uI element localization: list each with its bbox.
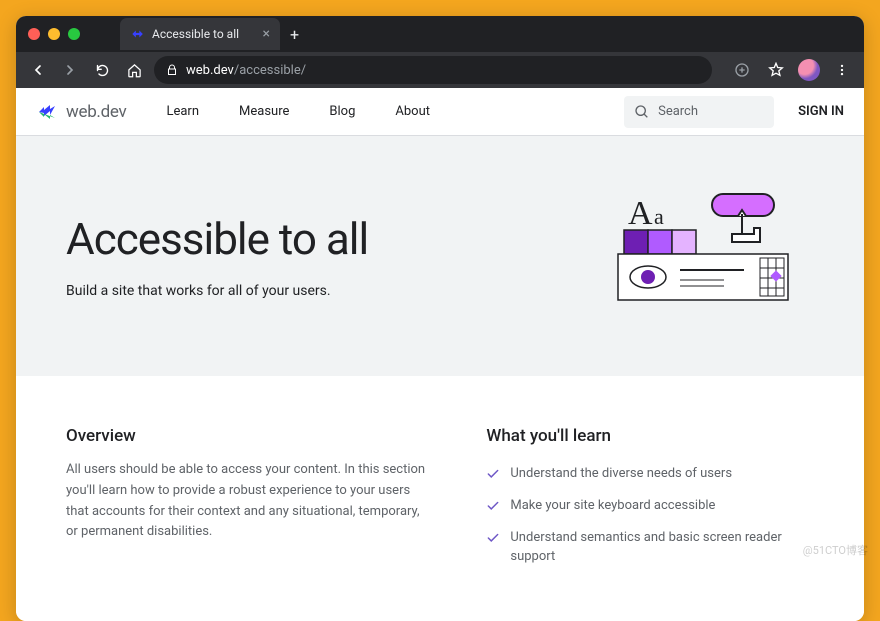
nav-about[interactable]: About [395,104,430,119]
site-logo[interactable]: web.dev [36,100,126,124]
list-item: Understand the diverse needs of users [486,460,814,492]
browser-window: Accessible to all × + web.dev/accessible… [16,16,864,621]
bookmark-star-icon[interactable] [764,58,788,82]
hero-section: Accessible to all Build a site that work… [16,136,864,376]
close-tab-icon[interactable]: × [263,26,270,42]
new-tab-button[interactable]: + [290,25,299,44]
forward-button[interactable] [58,58,82,82]
url-host: web.dev [186,63,234,78]
accessibility-illustration-icon: A a [614,186,814,326]
nav-blog[interactable]: Blog [329,104,355,119]
profile-avatar[interactable] [798,59,820,81]
overview-body: All users should be able to access your … [66,460,426,543]
close-window-button[interactable] [28,28,40,40]
webdev-favicon-icon [130,27,144,41]
back-button[interactable] [26,58,50,82]
nav-measure[interactable]: Measure [239,104,289,119]
home-button[interactable] [122,58,146,82]
content-section: Overview All users should be able to acc… [16,376,864,621]
page-subtitle: Build a site that works for all of your … [66,283,368,299]
svg-text:a: a [654,204,664,229]
list-item: Make your site keyboard accessible [486,492,814,524]
maximize-window-button[interactable] [68,28,80,40]
window-titlebar: Accessible to all × + [16,16,864,52]
toolbar-right [730,58,854,82]
sign-in-button[interactable]: SIGN IN [798,104,844,119]
learn-column: What you'll learn Understand the diverse… [486,426,814,571]
overview-column: Overview All users should be able to acc… [66,426,426,571]
learn-item-text: Understand semantics and basic screen re… [510,529,814,565]
search-placeholder: Search [658,104,698,119]
address-bar[interactable]: web.dev/accessible/ [154,56,712,84]
window-controls [28,28,80,40]
hero-illustration: A a [614,186,814,326]
browser-tab-active[interactable]: Accessible to all × [120,18,280,50]
add-to-home-icon[interactable] [730,58,754,82]
learn-item-text: Understand the diverse needs of users [510,465,732,483]
logo-text: web.dev [66,102,126,122]
url-path: /accessible/ [234,63,306,78]
overview-heading: Overview [66,426,426,446]
watermark: @51CTO博客 [803,542,868,558]
site-header: web.dev Learn Measure Blog About Search … [16,88,864,136]
check-icon [486,531,500,551]
learn-list: Understand the diverse needs of users Ma… [486,460,814,571]
webdev-logo-icon [36,100,60,124]
nav-learn[interactable]: Learn [166,104,199,119]
page-title: Accessible to all [66,213,368,265]
check-icon [486,467,500,487]
search-input[interactable]: Search [624,96,774,128]
search-icon [634,104,650,120]
lock-icon [166,64,178,76]
browser-toolbar: web.dev/accessible/ [16,52,864,88]
learn-heading: What you'll learn [486,426,814,446]
minimize-window-button[interactable] [48,28,60,40]
browser-tabs: Accessible to all × + [120,18,299,50]
learn-item-text: Make your site keyboard accessible [510,497,715,515]
svg-text:A: A [628,195,653,232]
primary-nav: Learn Measure Blog About [166,104,430,119]
tab-title: Accessible to all [152,27,239,41]
browser-menu-icon[interactable] [830,58,854,82]
check-icon [486,499,500,519]
hero-text: Accessible to all Build a site that work… [66,213,368,299]
page-content: web.dev Learn Measure Blog About Search … [16,88,864,621]
reload-button[interactable] [90,58,114,82]
